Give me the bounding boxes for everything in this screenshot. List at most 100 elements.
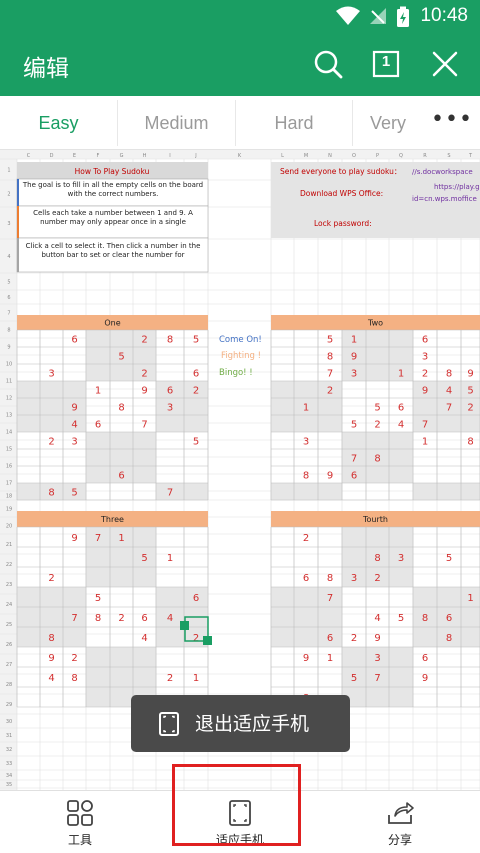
board-cell-number[interactable]: 5 bbox=[118, 352, 124, 363]
board-cell-number[interactable]: 9 bbox=[71, 533, 77, 544]
row-header[interactable]: 27 bbox=[6, 662, 12, 668]
row-header[interactable]: 19 bbox=[6, 507, 12, 513]
board-cell-number[interactable]: 3 bbox=[351, 573, 357, 584]
board-cell-number[interactable]: 3 bbox=[374, 653, 380, 664]
board-cell-number[interactable]: 5 bbox=[398, 613, 404, 624]
board-cell-number[interactable]: 8 bbox=[327, 352, 333, 363]
row-header[interactable]: 15 bbox=[6, 447, 12, 453]
board-cell-number[interactable]: 5 bbox=[446, 553, 452, 564]
board-cell-number[interactable]: 2 bbox=[167, 673, 173, 684]
tab-hard[interactable]: Hard bbox=[236, 96, 352, 150]
board-cell-number[interactable]: 8 bbox=[446, 633, 452, 644]
board-cell-number[interactable]: 3 bbox=[48, 369, 54, 380]
board-cell-number[interactable]: 1 bbox=[351, 335, 357, 346]
row-header[interactable]: 26 bbox=[6, 642, 12, 648]
board-cell-number[interactable]: 4 bbox=[48, 673, 54, 684]
row-header[interactable]: 2 bbox=[7, 192, 10, 198]
board-cell-number[interactable]: 9 bbox=[422, 386, 428, 397]
board-cell-number[interactable]: 1 bbox=[167, 553, 173, 564]
board-cell-number[interactable]: 6 bbox=[193, 593, 199, 604]
row-header[interactable]: 18 bbox=[6, 494, 12, 500]
board-cell-number[interactable]: 2 bbox=[118, 613, 124, 624]
row-header[interactable]: 5 bbox=[7, 280, 10, 286]
board-cell-number[interactable]: 7 bbox=[141, 420, 147, 431]
board-cell-number[interactable]: 3 bbox=[167, 403, 173, 414]
board-cell-number[interactable]: 6 bbox=[71, 335, 77, 346]
board-cell-number[interactable]: 9 bbox=[467, 369, 473, 380]
row-header[interactable]: 12 bbox=[6, 396, 12, 402]
selection-handle-bottom[interactable] bbox=[203, 636, 212, 645]
board-cell-number[interactable]: 8 bbox=[374, 553, 380, 564]
board-cell-number[interactable]: 6 bbox=[422, 335, 428, 346]
board-cell-number[interactable]: 8 bbox=[303, 471, 309, 482]
board-cell-number[interactable]: 1 bbox=[193, 673, 199, 684]
row-header[interactable]: 1 bbox=[7, 168, 10, 174]
column-header[interactable]: R bbox=[423, 153, 427, 159]
board-cell-number[interactable]: 8 bbox=[48, 488, 54, 499]
selection-handle-top[interactable] bbox=[180, 621, 189, 630]
row-header[interactable]: 8 bbox=[7, 328, 10, 334]
column-header[interactable]: O bbox=[352, 153, 356, 159]
column-header[interactable]: H bbox=[143, 153, 147, 159]
row-header[interactable]: 9 bbox=[7, 345, 10, 351]
board-cell-number[interactable]: 1 bbox=[95, 386, 101, 397]
board-cell-number[interactable]: 1 bbox=[303, 403, 309, 414]
row-header[interactable]: 22 bbox=[6, 562, 12, 568]
board-cell-number[interactable]: 4 bbox=[446, 386, 452, 397]
board-cell-number[interactable]: 2 bbox=[141, 335, 147, 346]
row-header[interactable]: 29 bbox=[6, 702, 12, 708]
board-cell-number[interactable]: 6 bbox=[446, 613, 452, 624]
board-cell-number[interactable]: 1 bbox=[398, 369, 404, 380]
board-cell-number[interactable]: 8 bbox=[327, 573, 333, 584]
board-cell-number[interactable]: 4 bbox=[398, 420, 404, 431]
board-cell-number[interactable]: 8 bbox=[118, 403, 124, 414]
board-cell-number[interactable]: 6 bbox=[118, 471, 124, 482]
board-cell-number[interactable]: 9 bbox=[351, 352, 357, 363]
board-cell-number[interactable]: 7 bbox=[167, 488, 173, 499]
board-cell-number[interactable]: 6 bbox=[141, 613, 147, 624]
board-cell-number[interactable]: 3 bbox=[303, 437, 309, 448]
sheet-grid[interactable]: CDEFGHIJKLMNOPQRST 123456789101112131415… bbox=[0, 150, 480, 790]
row-header[interactable]: 34 bbox=[6, 773, 12, 779]
exit-fit-phone-toast[interactable]: 退出适应手机 bbox=[131, 695, 350, 752]
row-header[interactable]: 35 bbox=[6, 782, 12, 788]
board-cell-number[interactable]: 5 bbox=[351, 420, 357, 431]
row-header[interactable]: 30 bbox=[6, 719, 12, 725]
column-header[interactable]: Q bbox=[399, 153, 403, 159]
board-cell-number[interactable]: 2 bbox=[351, 633, 357, 644]
board-cell-number[interactable]: 9 bbox=[327, 471, 333, 482]
board-cell-number[interactable]: 8 bbox=[71, 673, 77, 684]
tab-easy[interactable]: Easy bbox=[0, 96, 117, 150]
column-header[interactable]: M bbox=[304, 153, 308, 159]
column-header[interactable]: C bbox=[27, 153, 31, 159]
board-cell-number[interactable]: 5 bbox=[193, 437, 199, 448]
board-cell-number[interactable]: 5 bbox=[351, 673, 357, 684]
board-cell-number[interactable]: 2 bbox=[71, 653, 77, 664]
more-tabs-button[interactable]: ••• bbox=[424, 96, 480, 150]
board-cell-number[interactable]: 5 bbox=[95, 593, 101, 604]
board-cell-number[interactable]: 6 bbox=[303, 573, 309, 584]
row-header[interactable]: 21 bbox=[6, 542, 12, 548]
search-button[interactable] bbox=[310, 46, 346, 82]
board-cell-number[interactable]: 6 bbox=[398, 403, 404, 414]
board-cell-number[interactable]: 9 bbox=[422, 673, 428, 684]
row-header[interactable]: 11 bbox=[6, 379, 12, 385]
board-cell-number[interactable]: 8 bbox=[422, 613, 428, 624]
board-cell-number[interactable]: 9 bbox=[374, 633, 380, 644]
board-cell-number[interactable]: 1 bbox=[467, 593, 473, 604]
column-header[interactable]: P bbox=[376, 153, 379, 159]
row-header[interactable]: 14 bbox=[6, 430, 12, 436]
row-header[interactable]: 31 bbox=[6, 733, 12, 739]
board-cell-number[interactable]: 2 bbox=[303, 533, 309, 544]
board-cell-number[interactable]: 2 bbox=[141, 369, 147, 380]
board-cell-number[interactable]: 2 bbox=[467, 403, 473, 414]
row-header[interactable]: 16 bbox=[6, 464, 12, 470]
board-cell-number[interactable]: 2 bbox=[48, 573, 54, 584]
board-cell-number[interactable]: 6 bbox=[422, 653, 428, 664]
row-header[interactable]: 20 bbox=[6, 524, 12, 530]
board-cell-number[interactable]: 4 bbox=[167, 613, 173, 624]
board-cell-number[interactable]: 4 bbox=[71, 420, 77, 431]
board-cell-number[interactable]: 6 bbox=[95, 420, 101, 431]
column-header[interactable]: J bbox=[194, 153, 196, 159]
board-cell-number[interactable]: 3 bbox=[398, 553, 404, 564]
